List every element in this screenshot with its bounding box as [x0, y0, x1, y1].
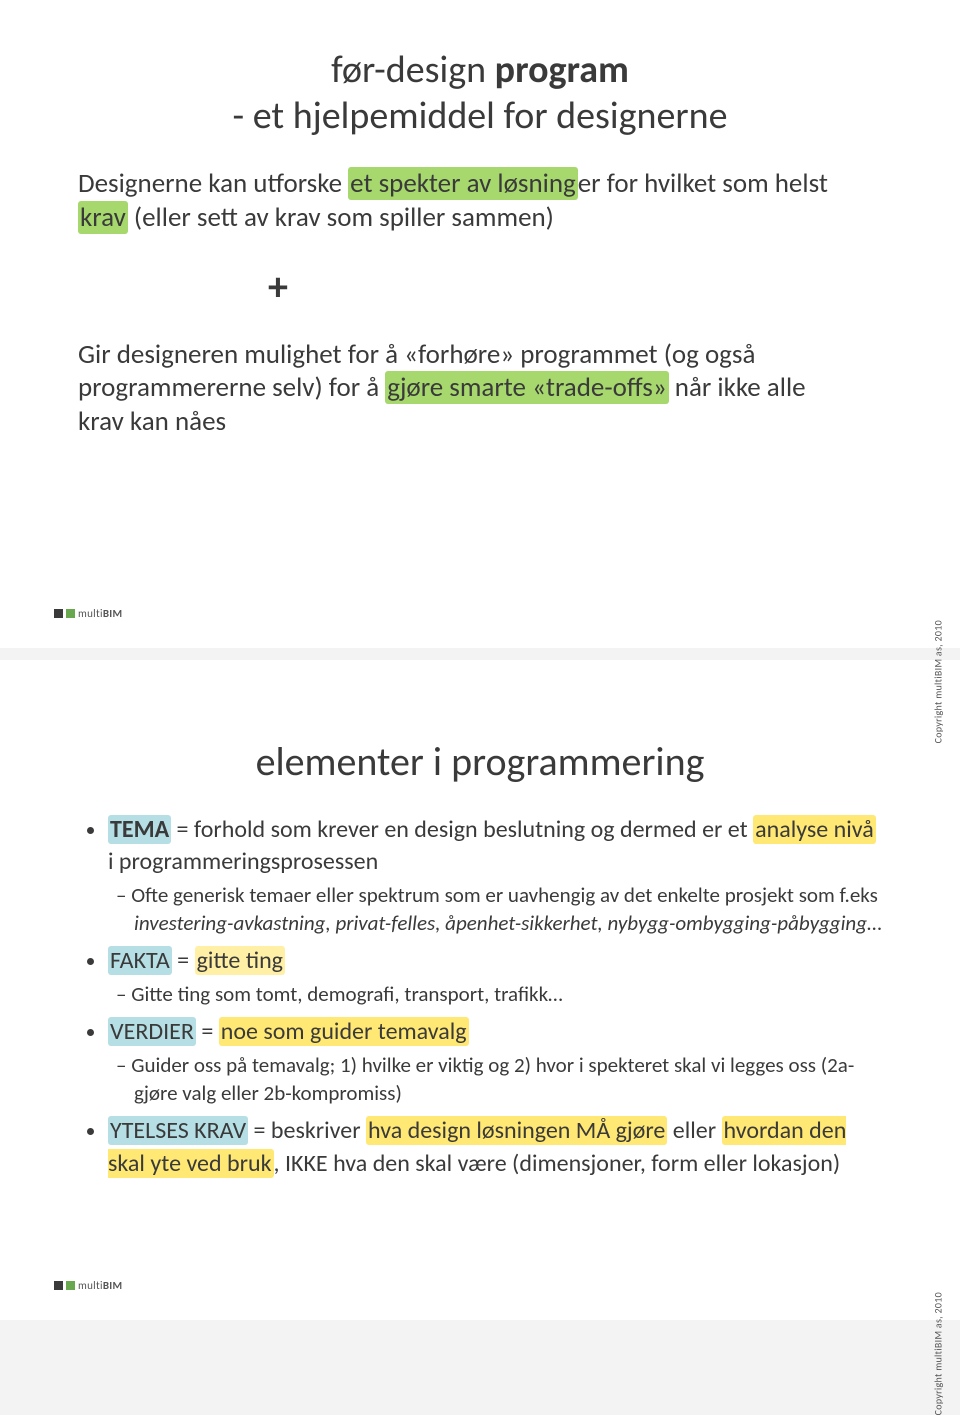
b2eq: = — [172, 946, 195, 975]
title-bold: program — [495, 47, 629, 93]
b1b: i programmeringsprosessen — [108, 847, 378, 876]
hl-noe: noe som guider temavalg — [219, 1017, 469, 1046]
title-line2: - et hjelpemiddel for designerne — [232, 93, 727, 139]
p1a: Designerne kan utforske — [78, 167, 348, 200]
hl-gitte: gitte ting — [195, 946, 285, 975]
logo: multiBIM — [54, 1279, 122, 1292]
logo-pre: multi — [78, 607, 103, 620]
logo: multiBIM — [54, 607, 122, 620]
title-pre: før-design — [331, 47, 495, 93]
logo-square-icon — [54, 609, 63, 618]
p1b: er for hvilket som helst — [578, 167, 828, 200]
slide-2: elementer i programmering TEMA = forhold… — [0, 660, 960, 1320]
logo-pre: multi — [78, 1279, 103, 1292]
b4b: eller — [667, 1116, 721, 1145]
hl-hva: hva design løsningen MÅ gjøre — [366, 1116, 667, 1145]
sublist-fakta: Gitte ting som tomt, demografi, transpor… — [116, 980, 882, 1008]
slide2-title: elementer i programmering — [78, 738, 882, 786]
hl-fakta: FAKTA — [108, 946, 172, 975]
logo-bold: BIM — [103, 1279, 123, 1292]
document-page: før-design program - et hjelpemiddel for… — [0, 0, 960, 1320]
sub-a: Ofte generisk temaer eller spektrum som … — [131, 882, 878, 908]
sub-italic: investering-avkastning, privat-felles, å… — [134, 910, 867, 936]
bullet-tema: TEMA = forhold som krever en design besl… — [108, 814, 882, 937]
logo-square-icon — [54, 1281, 63, 1290]
logo-text: multiBIM — [78, 607, 122, 620]
slide1-para2: Gir designeren mulighet for å «forhøre» … — [78, 338, 838, 439]
sub-fakta-1: Gitte ting som tomt, demografi, transpor… — [134, 980, 882, 1008]
logo-text: multiBIM — [78, 1279, 122, 1292]
p2-highlight-tradeoffs: gjøre smarte «trade-offs» — [385, 371, 668, 404]
sublist-tema: Ofte generisk temaer eller spektrum som … — [116, 881, 882, 938]
bullet-fakta: FAKTA = gitte ting Gitte ting som tomt, … — [108, 945, 882, 1008]
hl-analyse: analyse nivå — [753, 815, 876, 844]
hl-tema: TEMA — [108, 815, 171, 844]
slide-1: før-design program - et hjelpemiddel for… — [0, 0, 960, 660]
b3eq: = — [196, 1017, 219, 1046]
hl-verdier: VERDIER — [108, 1017, 196, 1046]
logo-square2-icon — [66, 609, 75, 618]
b4c: , IKKE hva den skal være (dimensjoner, f… — [274, 1149, 841, 1178]
sub-tema-1: Ofte generisk temaer eller spektrum som … — [134, 881, 882, 938]
sub-b: … — [867, 910, 882, 936]
logo-bold: BIM — [103, 607, 123, 620]
sublist-verdier: Guider oss på temavalg; 1) hvilke er vik… — [116, 1051, 882, 1108]
b1a: = forhold som krever en design beslutnin… — [171, 815, 753, 844]
logo-square2-icon — [66, 1281, 75, 1290]
p1c: (eller sett av krav som spiller sammen) — [128, 201, 554, 234]
b4a: = beskriver — [248, 1116, 366, 1145]
bullet-ytelses: YTELSES KRAV = beskriver hva design løsn… — [108, 1115, 882, 1180]
plus-symbol: + — [78, 262, 882, 311]
slide2-list: TEMA = forhold som krever en design besl… — [78, 814, 882, 1180]
slide1-para1: Designerne kan utforske et spekter av lø… — [78, 167, 838, 235]
slide1-title: før-design program - et hjelpemiddel for… — [78, 48, 882, 139]
bullet-verdier: VERDIER = noe som guider temavalg Guider… — [108, 1016, 882, 1107]
sub-verdier-1: Guider oss på temavalg; 1) hvilke er vik… — [134, 1051, 882, 1108]
hl-ytelses: YTELSES KRAV — [108, 1116, 248, 1145]
p1-highlight-spektrum: et spekter av løsning — [348, 167, 578, 200]
p1-highlight-krav: krav — [78, 201, 128, 234]
copyright-text: Copyright multiBIM as, 2010 — [931, 1292, 944, 1415]
